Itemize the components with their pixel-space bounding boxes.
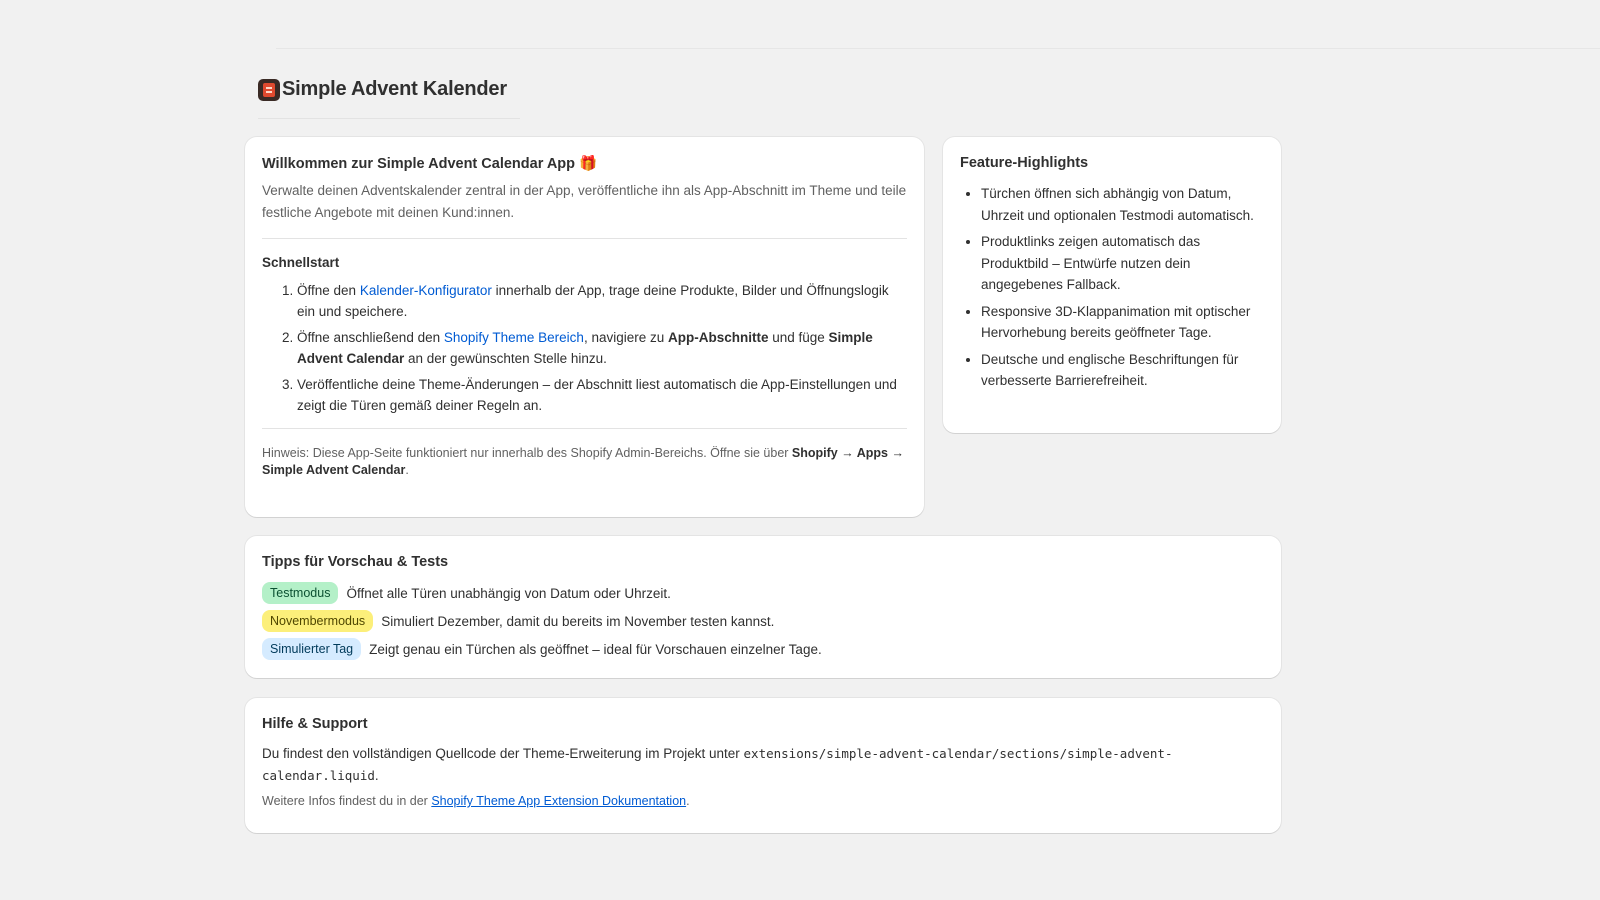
help-more: Weitere Infos findest du in der Shopify … [262, 794, 690, 808]
tip-row: Simulierter Tag Zeigt genau ein Türchen … [262, 638, 1264, 660]
feature-item: Türchen öffnen sich abhängig von Datum, … [981, 183, 1264, 226]
divider [262, 238, 907, 239]
feature-item: Responsive 3D-Klappanimation mit optisch… [981, 301, 1264, 344]
tip-row: Novembermodus Simuliert Dezember, damit … [262, 610, 1264, 632]
simulated-day-badge: Simulierter Tag [262, 638, 362, 660]
help-card: Hilfe & Support Du findest den vollständ… [245, 698, 1281, 833]
advent-calendar-icon [258, 78, 280, 101]
divider [262, 428, 907, 429]
tip-text: Zeigt genau ein Türchen als geöffnet – i… [369, 641, 822, 657]
quickstart-step-2: Öffne anschließend den Shopify Theme Ber… [297, 327, 907, 369]
docs-link[interactable]: Shopify Theme App Extension Dokumentatio… [431, 794, 686, 808]
november-mode-badge: Novembermodus [262, 610, 374, 632]
quickstart-title: Schnellstart [262, 255, 340, 270]
tip-row: Testmodus Öffnet alle Türen unabhängig v… [262, 582, 1264, 604]
shopify-theme-link[interactable]: Shopify Theme Bereich [444, 330, 584, 345]
title-divider [258, 118, 520, 119]
tip-text: Öffnet alle Türen unabhängig von Datum o… [346, 585, 671, 601]
calendar-configurator-link[interactable]: Kalender-Konfigurator [360, 283, 492, 298]
feature-item: Produktlinks zeigen automatisch das Prod… [981, 231, 1264, 296]
top-divider [276, 48, 1600, 49]
features-card: Feature-Highlights Türchen öffnen sich a… [943, 137, 1281, 433]
welcome-title-text: Willkommen zur Simple Advent Calendar Ap… [262, 156, 576, 172]
feature-item: Deutsche und englische Beschriftungen fü… [981, 349, 1264, 392]
quickstart-steps: Öffne den Kalender-Konfigurator innerhal… [262, 280, 907, 416]
quickstart-step-3: Veröffentliche deine Theme-Änderungen – … [297, 374, 907, 416]
tips-title: Tipps für Vorschau & Tests [262, 554, 449, 570]
quickstart-step-1: Öffne den Kalender-Konfigurator innerhal… [297, 280, 907, 322]
tip-text: Simuliert Dezember, damit du bereits im … [381, 613, 775, 629]
help-title: Hilfe & Support [262, 716, 368, 732]
admin-note: Hinweis: Diese App-Seite funktioniert nu… [262, 446, 904, 477]
welcome-title: Willkommen zur Simple Advent Calendar Ap… [262, 155, 907, 172]
welcome-card: Willkommen zur Simple Advent Calendar Ap… [245, 137, 924, 517]
welcome-subtitle: Verwalte deinen Adventskalender zentral … [262, 183, 907, 220]
features-title: Feature-Highlights [960, 155, 1089, 171]
features-list: Türchen öffnen sich abhängig von Datum, … [960, 183, 1264, 392]
tips-card: Tipps für Vorschau & Tests Testmodus Öff… [245, 536, 1281, 678]
test-mode-badge: Testmodus [262, 582, 339, 604]
page-header: Simple Advent Kalender [258, 78, 507, 101]
page-title: Simple Advent Kalender [282, 78, 507, 100]
gift-icon: 🎁 [579, 156, 598, 172]
help-text: Du findest den vollständigen Quellcode d… [262, 746, 1173, 783]
